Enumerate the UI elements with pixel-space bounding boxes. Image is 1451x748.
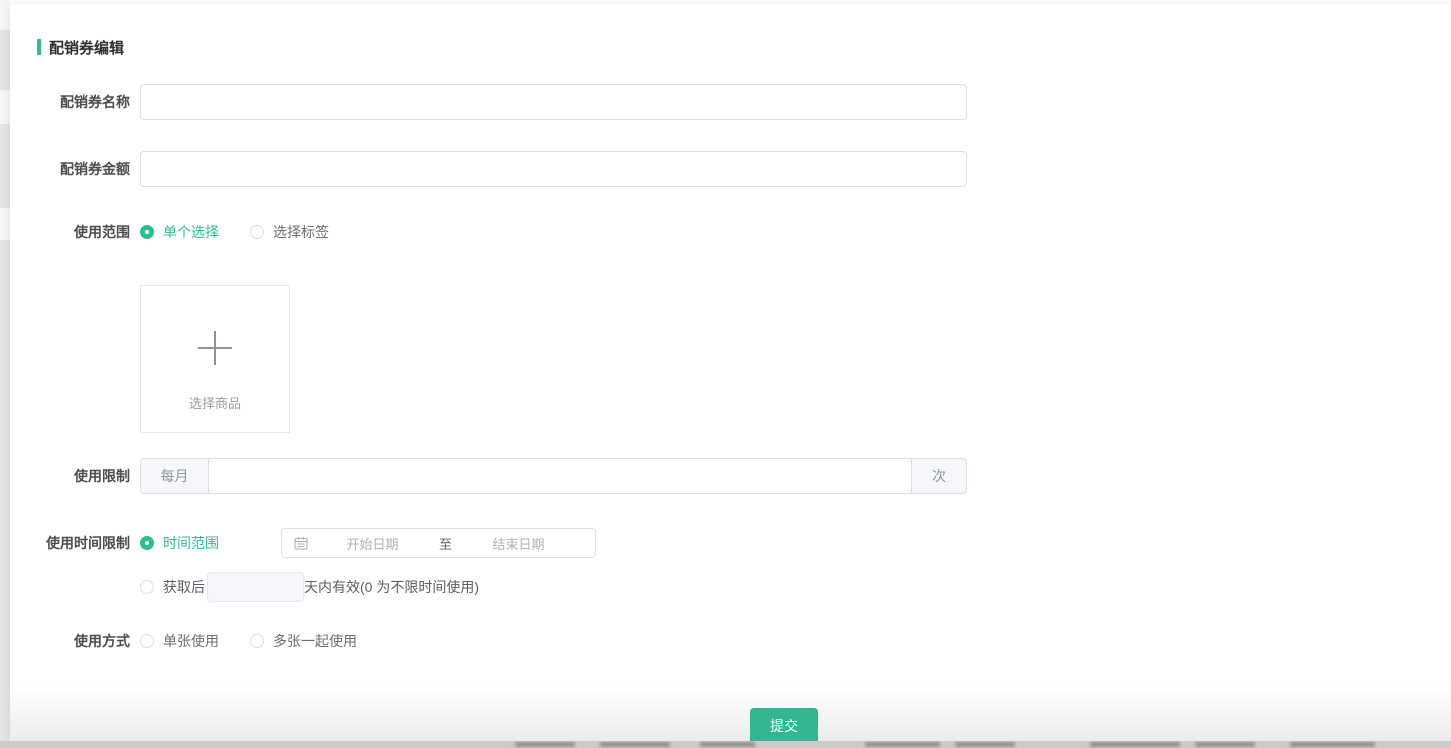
calendar-icon [294, 536, 308, 550]
coupon-amount-row: 配销券金额 [10, 151, 1451, 187]
radio-icon [250, 225, 264, 239]
coupon-name-input[interactable] [140, 84, 967, 120]
background-page-bottom-edge [0, 741, 1451, 748]
scope-content: 单个选择 选择标签 选择商品 [140, 223, 329, 433]
valid-days-suffix: 天内有效(0 为不限时间使用) [304, 577, 479, 597]
time-limit-row: 使用时间限制 时间范围 [10, 528, 1451, 602]
coupon-name-label: 配销券名称 [10, 84, 130, 120]
date-range-picker[interactable]: 开始日期 至 结束日期 [281, 528, 596, 558]
usage-mode-row: 使用方式 单张使用 多张一起使用 [10, 632, 1451, 650]
start-date-placeholder: 开始日期 [308, 534, 437, 553]
select-product-label: 选择商品 [189, 393, 241, 412]
scope-radio-tags[interactable]: 选择标签 [250, 223, 329, 241]
title-accent-bar [37, 39, 41, 55]
multi-use-radio[interactable]: 多张一起使用 [250, 632, 357, 650]
date-separator: 至 [437, 534, 454, 553]
usage-mode-label: 使用方式 [10, 632, 130, 650]
page-title-row: 配销券编辑 [37, 38, 1451, 56]
scope-radio-single[interactable]: 单个选择 [140, 223, 219, 241]
usage-limit-input[interactable] [208, 458, 912, 494]
coupon-amount-input[interactable] [140, 151, 967, 187]
radio-icon [140, 634, 154, 648]
scope-row: 使用范围 单个选择 选择标签 选择商品 [10, 223, 1451, 433]
radio-icon [250, 634, 264, 648]
radio-icon [140, 580, 154, 594]
select-product-button[interactable]: 选择商品 [140, 285, 290, 433]
footer-fade [10, 687, 1451, 741]
limit-append: 次 [912, 458, 967, 494]
valid-days-radio[interactable]: 获取后 [140, 578, 205, 596]
valid-days-input[interactable] [207, 572, 304, 602]
coupon-name-row: 配销券名称 [10, 84, 1451, 120]
usage-limit-row: 使用限制 每月 次 [10, 458, 1451, 494]
coupon-edit-panel: 配销券编辑 配销券名称 配销券金额 使用范围 单个选择 选择标签 [10, 4, 1451, 741]
scope-label: 使用范围 [10, 223, 130, 241]
time-limit-content: 时间范围 开始日期 至 结束 [140, 528, 596, 602]
plus-icon [197, 330, 233, 371]
time-limit-label: 使用时间限制 [10, 528, 130, 558]
page-title: 配销券编辑 [49, 37, 124, 58]
single-use-radio[interactable]: 单张使用 [140, 632, 219, 650]
time-range-radio[interactable]: 时间范围 [140, 534, 219, 552]
usage-mode-options: 单张使用 多张一起使用 [140, 632, 357, 650]
usage-limit-group: 每月 次 [140, 458, 967, 494]
coupon-amount-label: 配销券金额 [10, 151, 130, 187]
limit-prepend: 每月 [140, 458, 208, 494]
radio-icon [140, 225, 154, 239]
background-page-strip [0, 0, 10, 748]
usage-limit-label: 使用限制 [10, 458, 130, 494]
end-date-placeholder: 结束日期 [454, 534, 583, 553]
radio-icon [140, 536, 154, 550]
submit-button[interactable]: 提交 [750, 708, 818, 744]
